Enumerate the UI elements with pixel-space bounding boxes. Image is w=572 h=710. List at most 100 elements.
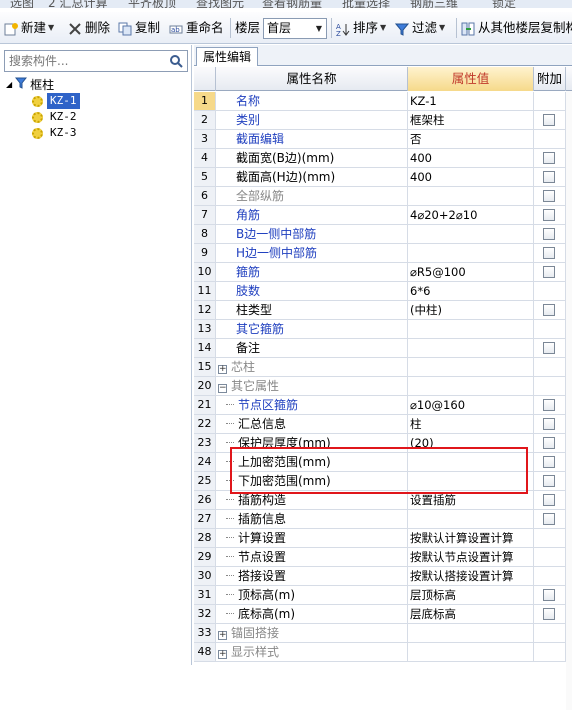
tree-item-kz-3[interactable]: KZ-3 <box>32 125 80 141</box>
vertical-scrollbar[interactable] <box>566 91 572 710</box>
tab-property-edit[interactable]: 属性编辑 <box>196 47 259 66</box>
extra-checkbox[interactable] <box>543 475 555 487</box>
property-row[interactable]: 4 截面宽(B边)(mm) 400 <box>194 149 572 168</box>
new-button[interactable]: 新建 ▼ <box>4 17 54 39</box>
property-row[interactable]: 21 节点区箍筋 ⌀10@160 <box>194 396 572 415</box>
expand-icon[interactable]: + <box>218 365 227 374</box>
property-value-cell[interactable] <box>408 643 534 661</box>
extra-checkbox[interactable] <box>543 266 555 278</box>
top-menu-item[interactable]: 查看钢筋量 <box>262 0 322 8</box>
property-row[interactable]: 6 全部纵筋 <box>194 187 572 206</box>
property-value-cell[interactable] <box>408 377 534 395</box>
property-row[interactable]: 9 H边一侧中部筋 <box>194 244 572 263</box>
property-value-cell[interactable]: 按默认节点设置计算 <box>408 548 534 566</box>
property-value-cell[interactable] <box>408 624 534 642</box>
property-value-cell[interactable]: 400 <box>408 168 534 186</box>
extra-checkbox[interactable] <box>543 304 555 316</box>
property-value-cell[interactable]: 400 <box>408 149 534 167</box>
top-menu-item[interactable]: 查找图元 <box>196 0 244 8</box>
extra-checkbox[interactable] <box>543 152 555 164</box>
extra-checkbox[interactable] <box>543 399 555 411</box>
top-menu-item[interactable]: 锁定 <box>492 0 516 8</box>
property-row[interactable]: 48 + 显示样式 <box>194 643 572 662</box>
property-value-cell[interactable] <box>408 320 534 338</box>
collapse-arrow-icon[interactable]: ◢ <box>6 77 12 93</box>
search-input[interactable] <box>5 51 165 71</box>
top-menu-item[interactable]: 钢筋三维 <box>410 0 458 8</box>
extra-checkbox[interactable] <box>543 494 555 506</box>
property-row[interactable]: 2 类别 框架柱 <box>194 111 572 130</box>
copy-from-floor-button[interactable]: 从其他楼层复制构件 <box>461 17 572 39</box>
property-value-cell[interactable] <box>408 244 534 262</box>
extra-checkbox[interactable] <box>543 247 555 259</box>
property-value-cell[interactable] <box>408 339 534 357</box>
expand-icon[interactable]: + <box>218 631 227 640</box>
extra-checkbox[interactable] <box>543 418 555 430</box>
property-row[interactable]: 27 插筋信息 <box>194 510 572 529</box>
property-row[interactable]: 10 箍筋 ⌀R5@100 <box>194 263 572 282</box>
extra-checkbox[interactable] <box>543 342 555 354</box>
property-row[interactable]: 31 顶标高(m) 层顶标高 <box>194 586 572 605</box>
extra-checkbox[interactable] <box>543 190 555 202</box>
property-value-cell[interactable]: 层顶标高 <box>408 586 534 604</box>
extra-checkbox[interactable] <box>543 437 555 449</box>
floor-select[interactable]: 首层 ▼ <box>263 18 327 39</box>
extra-checkbox[interactable] <box>543 171 555 183</box>
property-value-cell[interactable] <box>408 358 534 376</box>
copy-button[interactable]: 复制 <box>118 17 160 39</box>
property-row[interactable]: 7 角筋 4⌀20+2⌀10 <box>194 206 572 225</box>
property-value-cell[interactable] <box>408 225 534 243</box>
property-value-cell[interactable] <box>408 510 534 528</box>
property-row[interactable]: 29 节点设置 按默认节点设置计算 <box>194 548 572 567</box>
top-menu-item[interactable]: 2 汇总计算 <box>48 0 107 8</box>
rename-button[interactable]: ab 重命名 <box>169 17 224 39</box>
tree-item-kz-2[interactable]: KZ-2 <box>32 109 80 125</box>
property-value-cell[interactable]: 6*6 <box>408 282 534 300</box>
property-value-cell[interactable]: ⌀R5@100 <box>408 263 534 281</box>
tree-item-kz-1[interactable]: KZ-1 <box>32 93 80 109</box>
property-value-cell[interactable]: KZ-1 <box>408 92 534 110</box>
collapse-icon[interactable]: − <box>218 384 227 393</box>
property-row[interactable]: 8 B边一侧中部筋 <box>194 225 572 244</box>
property-row[interactable]: 20− 其它属性 <box>194 377 572 396</box>
property-row[interactable]: 30 搭接设置 按默认搭接设置计算 <box>194 567 572 586</box>
property-row[interactable]: 1 名称 KZ-1 <box>194 92 572 111</box>
filter-button[interactable]: 过滤 ▼ <box>394 17 445 39</box>
property-value-cell[interactable]: 4⌀20+2⌀10 <box>408 206 534 224</box>
extra-checkbox[interactable] <box>543 114 555 126</box>
extra-checkbox[interactable] <box>543 209 555 221</box>
property-value-cell[interactable] <box>408 187 534 205</box>
property-value-cell[interactable]: (中柱) <box>408 301 534 319</box>
property-value-cell[interactable]: 层底标高 <box>408 605 534 623</box>
property-row[interactable]: 32 底标高(m) 层底标高 <box>194 605 572 624</box>
property-row[interactable]: 3 截面编辑 否 <box>194 130 572 149</box>
tree-root-column[interactable]: ◢ 框柱 <box>6 77 54 93</box>
property-row[interactable]: 11 肢数 6*6 <box>194 282 572 301</box>
property-row[interactable]: 33 + 锚固搭接 <box>194 624 572 643</box>
delete-button[interactable]: 删除 <box>68 17 110 39</box>
property-value-cell[interactable]: 按默认搭接设置计算 <box>408 567 534 585</box>
property-row[interactable]: 15 + 芯柱 <box>194 358 572 377</box>
property-row[interactable]: 5 截面高(H边)(mm) 400 <box>194 168 572 187</box>
property-row[interactable]: 13 其它箍筋 <box>194 320 572 339</box>
property-value-cell[interactable]: 柱 <box>408 415 534 433</box>
extra-checkbox[interactable] <box>543 608 555 620</box>
extra-checkbox[interactable] <box>543 456 555 468</box>
property-row[interactable]: 14 备注 <box>194 339 572 358</box>
expand-icon[interactable]: + <box>218 650 227 659</box>
top-menu-item[interactable]: 批量选择 <box>342 0 390 8</box>
search-icon[interactable] <box>169 54 183 68</box>
extra-checkbox[interactable] <box>543 513 555 525</box>
extra-checkbox[interactable] <box>543 228 555 240</box>
property-row[interactable]: 22 汇总信息 柱 <box>194 415 572 434</box>
property-value-cell[interactable]: 否 <box>408 130 534 148</box>
top-menu-item[interactable]: 平齐板顶 <box>128 0 176 8</box>
property-value-cell[interactable]: ⌀10@160 <box>408 396 534 414</box>
property-row[interactable]: 12 柱类型 (中柱) <box>194 301 572 320</box>
property-value-cell[interactable]: 框架柱 <box>408 111 534 129</box>
sort-button[interactable]: AZ 排序 ▼ <box>336 17 386 39</box>
extra-checkbox[interactable] <box>543 589 555 601</box>
property-value-cell[interactable]: 按默认计算设置计算 <box>408 529 534 547</box>
top-menu-item[interactable]: 选图 <box>10 0 34 8</box>
property-row[interactable]: 28 计算设置 按默认计算设置计算 <box>194 529 572 548</box>
